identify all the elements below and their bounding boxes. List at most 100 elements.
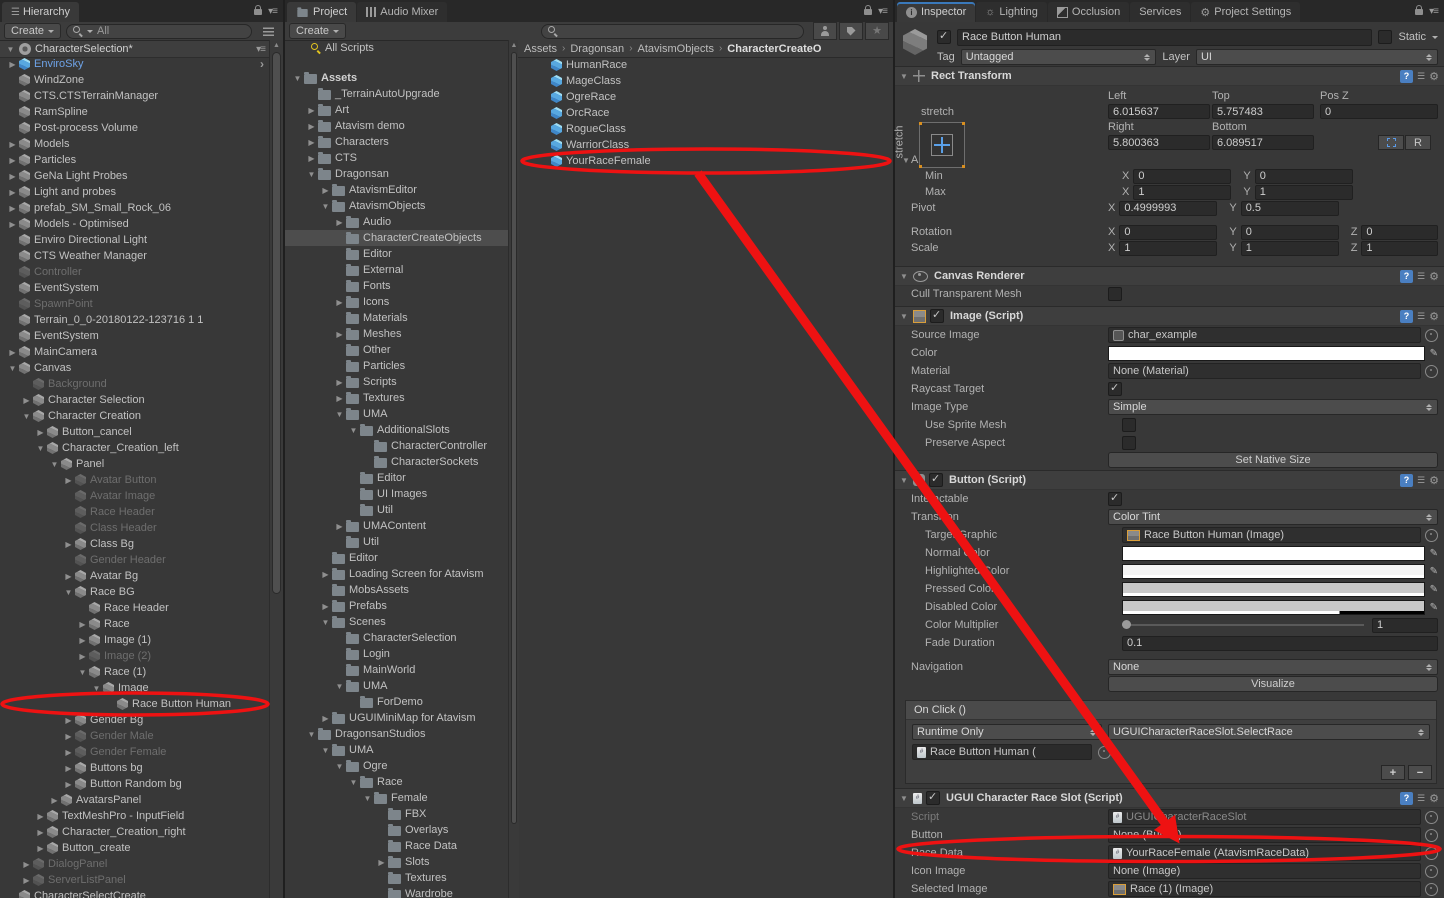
source-image-field[interactable]: char_example <box>1108 327 1421 343</box>
foldout-arrow-icon[interactable]: ▶ <box>6 220 19 229</box>
hierarchy-item[interactable]: ▶Models - Optimised <box>0 216 270 232</box>
anchors-max-x-field[interactable]: 1 <box>1133 185 1231 200</box>
foldout-arrow-icon[interactable]: ▶ <box>319 714 332 723</box>
hierarchy-item[interactable]: ▼Character_Creation_left <box>0 440 270 456</box>
eyedropper-icon[interactable]: ✎ <box>1430 566 1438 577</box>
hierarchy-item[interactable]: ▶DialogPanel <box>0 856 270 872</box>
project-folder[interactable]: Overlays <box>285 822 508 838</box>
foldout-arrow-icon[interactable]: ▶ <box>6 140 19 149</box>
pressed-color-swatch[interactable] <box>1122 582 1425 597</box>
object-picker-icon[interactable] <box>1425 529 1438 542</box>
tab-audio-mixer[interactable]: Audio Mixer <box>357 2 447 22</box>
foldout-arrow-icon[interactable]: ▶ <box>6 156 19 165</box>
hierarchy-item[interactable]: Class Header <box>0 520 270 536</box>
help-icon[interactable]: ? <box>1400 792 1413 805</box>
foldout-arrow-icon[interactable]: ▶ <box>76 652 89 661</box>
help-icon[interactable]: ? <box>1400 310 1413 323</box>
hierarchy-item[interactable]: Race Header <box>0 504 270 520</box>
foldout-arrow-icon[interactable]: ▼ <box>291 74 304 83</box>
static-checkbox[interactable] <box>1378 30 1392 44</box>
hierarchy-item[interactable]: EventSystem <box>0 280 270 296</box>
project-folder[interactable]: ▶Atavism demo <box>285 118 508 134</box>
eyedropper-icon[interactable]: ✎ <box>1430 548 1438 559</box>
foldout-arrow-icon[interactable]: ▶ <box>333 330 346 339</box>
foldout-arrow-icon[interactable]: ▼ <box>899 312 909 321</box>
project-folder[interactable]: Util <box>285 534 508 550</box>
gear-icon[interactable]: ⚙ <box>1429 70 1439 83</box>
project-folder[interactable]: CharacterController <box>285 438 508 454</box>
foldout-arrow-icon[interactable]: ▼ <box>34 444 47 453</box>
gear-icon[interactable]: ⚙ <box>1429 792 1439 805</box>
hierarchy-item[interactable]: ▶Buttons bg <box>0 760 270 776</box>
presets-icon[interactable]: ☰ <box>1417 475 1425 486</box>
anchors-max-y-field[interactable]: 1 <box>1255 185 1353 200</box>
object-picker-icon[interactable] <box>1425 329 1438 342</box>
presets-icon[interactable]: ☰ <box>1417 793 1425 804</box>
scroll-up-icon[interactable]: ▲ <box>270 40 283 51</box>
tab-inspector[interactable]: i Inspector <box>897 2 975 22</box>
hierarchy-search-input[interactable]: All <box>66 24 252 39</box>
hierarchy-item[interactable]: ▶Button_create <box>0 840 270 856</box>
eyedropper-icon[interactable]: ✎ <box>1430 348 1438 359</box>
hierarchy-item[interactable]: Enviro Directional Light <box>0 232 270 248</box>
foldout-arrow-icon[interactable]: ▼ <box>305 170 318 179</box>
project-folder[interactable]: ▼UMA <box>285 678 508 694</box>
component-enabled-checkbox[interactable] <box>929 473 943 487</box>
asset-item[interactable]: OgreRace <box>518 89 893 105</box>
project-folder-charactercreateobjects[interactable]: CharacterCreateObjects <box>285 230 508 246</box>
project-folder[interactable]: CharacterSelection <box>285 630 508 646</box>
foldout-arrow-icon[interactable]: ▶ <box>34 812 47 821</box>
foldout-arrow-icon[interactable]: ▶ <box>6 60 19 69</box>
raycast-target-checkbox[interactable] <box>1108 382 1122 396</box>
project-folder[interactable]: ▶Meshes <box>285 326 508 342</box>
foldout-arrow-icon[interactable]: ▶ <box>6 188 19 197</box>
foldout-arrow-icon[interactable]: ▶ <box>62 476 75 485</box>
project-folder[interactable]: MainWorld <box>285 662 508 678</box>
foldout-arrow-icon[interactable]: ▶ <box>62 764 75 773</box>
foldout-arrow-icon[interactable]: ▶ <box>76 636 89 645</box>
hierarchy-item[interactable]: ▼Character Creation <box>0 408 270 424</box>
hierarchy-item[interactable]: CTS Weather Manager <box>0 248 270 264</box>
foldout-arrow-icon[interactable]: ▼ <box>333 682 346 691</box>
interactable-checkbox[interactable] <box>1108 492 1122 506</box>
foldout-arrow-icon[interactable]: ▼ <box>62 588 75 597</box>
foldout-arrow-icon[interactable]: ▼ <box>899 72 909 81</box>
hierarchy-item[interactable]: ▶Button_cancel <box>0 424 270 440</box>
project-folder[interactable]: ▶Loading Screen for Atavism <box>285 566 508 582</box>
foldout-arrow-icon[interactable]: ▶ <box>34 828 47 837</box>
hierarchy-item[interactable]: Post-process Volume <box>0 120 270 136</box>
race-slot-header[interactable]: ▼ # UGUI Character Race Slot (Script) ? … <box>895 788 1444 808</box>
foldout-arrow-icon[interactable]: ▶ <box>333 218 346 227</box>
canvas-renderer-header[interactable]: ▼ Canvas Renderer ? ☰ ⚙ <box>895 266 1444 286</box>
gameobject-name-field[interactable]: Race Button Human <box>957 29 1372 46</box>
foldout-arrow-icon[interactable]: ▼ <box>20 412 33 421</box>
foldout-arrow-icon[interactable]: ▼ <box>319 618 332 627</box>
lock-icon[interactable] <box>864 9 872 15</box>
tab-occlusion[interactable]: Occlusion <box>1048 2 1129 22</box>
project-folder[interactable]: ▶Scripts <box>285 374 508 390</box>
foldout-arrow-icon[interactable]: ▼ <box>899 272 909 281</box>
breadcrumb-dragonsan[interactable]: Dragonsan <box>570 43 624 55</box>
filter-by-type-button[interactable] <box>813 22 837 40</box>
foldout-arrow-icon[interactable]: ▶ <box>6 348 19 357</box>
foldout-arrow-icon[interactable]: ▶ <box>333 298 346 307</box>
project-folder[interactable]: Wardrobe <box>285 886 508 898</box>
asset-item[interactable]: HumanRace <box>518 57 893 73</box>
hierarchy-item[interactable]: ▶Character Selection <box>0 392 270 408</box>
foldout-arrow-icon[interactable]: ▼ <box>899 794 909 803</box>
hierarchy-item-race-button-human[interactable]: Race Button Human <box>0 696 270 712</box>
breadcrumb-charactercreateobjects[interactable]: CharacterCreateO <box>727 43 821 55</box>
hierarchy-item[interactable]: ▶Button Random bg <box>0 776 270 792</box>
remove-event-button[interactable]: − <box>1408 765 1432 780</box>
hierarchy-item[interactable]: ▼Canvas <box>0 360 270 376</box>
project-create-button[interactable]: Create <box>289 23 346 39</box>
foldout-arrow-icon[interactable]: ▶ <box>20 396 33 405</box>
foldout-arrow-icon[interactable]: ▶ <box>62 716 75 725</box>
project-folder[interactable]: ▼UMA <box>285 742 508 758</box>
project-folder[interactable]: ▶Textures <box>285 390 508 406</box>
object-picker-icon[interactable] <box>1425 847 1438 860</box>
static-dropdown-icon[interactable] <box>1432 36 1438 39</box>
hierarchy-item[interactable]: ▶prefab_SM_Small_Rock_06 <box>0 200 270 216</box>
foldout-arrow-icon[interactable]: ▼ <box>333 762 346 771</box>
project-folder[interactable]: Fonts <box>285 278 508 294</box>
